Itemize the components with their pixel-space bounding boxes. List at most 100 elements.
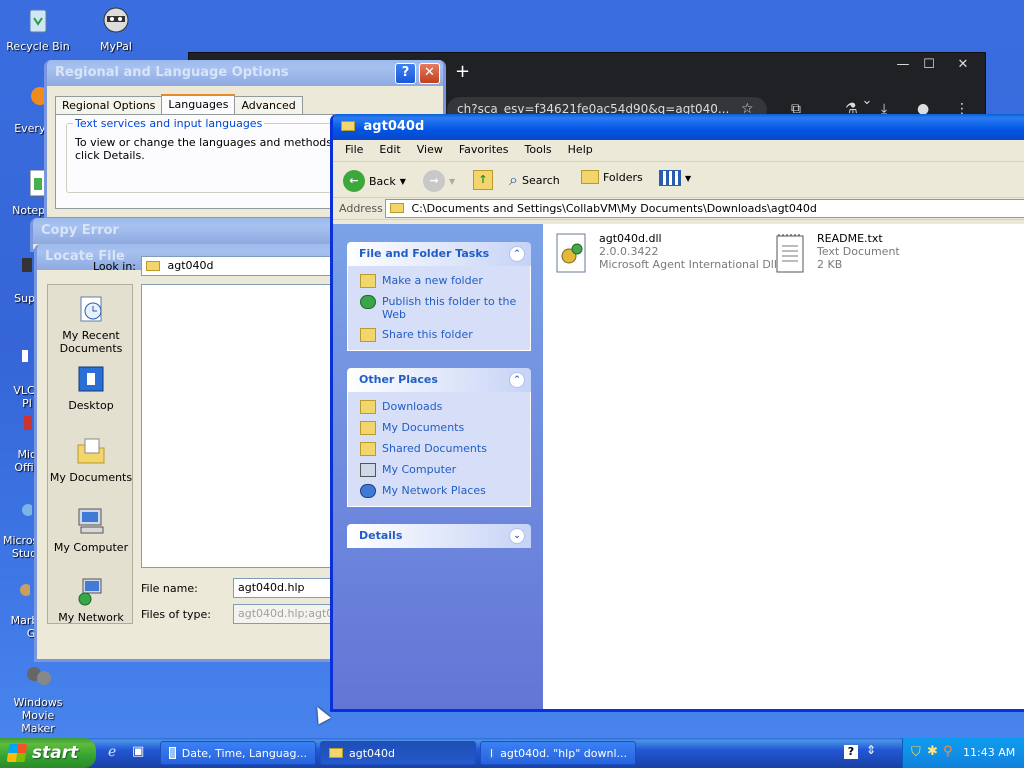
regional-tabs: Regional Options Languages Advanced — [55, 94, 303, 115]
place-link-downloads[interactable]: Downloads — [360, 400, 520, 414]
security-shield-icon[interactable]: ⛉ — [911, 745, 921, 760]
place-my-network[interactable]: My Network — [48, 575, 134, 624]
desktop-icon — [75, 363, 107, 395]
app-icon — [0, 256, 32, 288]
place-recent-documents[interactable]: My Recent Documents — [48, 293, 134, 355]
forward-button[interactable]: → ▼ — [423, 170, 455, 192]
up-folder-icon: ↑ — [473, 170, 493, 190]
address-input[interactable]: C:\Documents and Settings\CollabVM\My Do… — [385, 199, 1024, 218]
task-make-new-folder[interactable]: Make a new folder — [360, 274, 520, 288]
minimize-icon[interactable]: — — [889, 57, 917, 75]
help-icon[interactable]: ? — [395, 63, 416, 84]
maximize-icon[interactable]: ☐ — [915, 57, 943, 75]
forward-dropdown-icon[interactable]: ▼ — [449, 177, 455, 186]
ie-quicklaunch-icon[interactable]: ℯ — [108, 744, 116, 760]
new-tab-button[interactable]: + — [455, 61, 470, 82]
task-publish-to-web[interactable]: Publish this folder to the Web — [360, 295, 520, 321]
regional-titlebar[interactable]: Regional and Language Options ? ✕ — [47, 60, 443, 86]
my-network-icon — [75, 575, 107, 607]
place-my-computer[interactable]: My Computer — [48, 505, 134, 554]
start-button[interactable]: start — [0, 738, 96, 768]
files-of-type-select[interactable]: agt040d.hlp;agt04 — [233, 604, 341, 624]
mouse-cursor — [311, 703, 331, 725]
menu-view[interactable]: View — [409, 143, 451, 158]
new-folder-icon — [360, 274, 376, 288]
folder-icon — [360, 400, 376, 414]
locate-file-dialog[interactable]: Locate File Look in: agt040d My Recent D… — [34, 244, 344, 662]
collapse-icon[interactable]: ⌃ — [509, 372, 525, 388]
place-link-my-documents[interactable]: My Documents — [360, 421, 520, 435]
expand-icon[interactable]: ⌄ — [509, 528, 525, 544]
browser-icon — [489, 747, 495, 759]
explorer-titlebar[interactable]: agt040d — [333, 114, 1024, 140]
desktop-icon-movie-maker[interactable]: Windows Movie Maker — [0, 660, 76, 735]
folder-icon — [341, 121, 355, 131]
copy-error-titlebar[interactable]: Copy Error — [33, 218, 337, 244]
folders-icon — [581, 170, 599, 184]
file-name-input[interactable]: agt040d.hlp — [233, 578, 341, 598]
mypal-icon — [100, 4, 132, 36]
place-link-shared-documents[interactable]: Shared Documents — [360, 442, 520, 456]
tab-regional-options[interactable]: Regional Options — [55, 96, 163, 115]
place-desktop[interactable]: Desktop — [48, 363, 134, 412]
search-button[interactable]: ⌕ Search — [509, 170, 560, 190]
desktop-icon-mypal[interactable]: MyPal — [78, 4, 154, 53]
tray-chevron-icon[interactable]: ⇕ — [866, 743, 876, 757]
other-places-panel: Other Places ⌃ Downloads My Documents Sh… — [347, 368, 531, 507]
folder-icon — [390, 203, 404, 213]
place-my-documents[interactable]: My Documents — [48, 435, 134, 484]
vlc-icon — [0, 348, 28, 380]
office-icon — [0, 412, 32, 444]
other-places-header[interactable]: Other Places ⌃ — [347, 368, 531, 392]
help-tray-icon[interactable]: ? — [844, 745, 858, 759]
file-item-dll[interactable]: agt040d.dll 2.0.0.3422 Microsoft Agent I… — [553, 232, 777, 276]
close-icon[interactable]: ✕ — [949, 57, 977, 75]
place-link-my-network-places[interactable]: My Network Places — [360, 484, 520, 498]
tasks-pane: File and Folder Tasks ⌃ Make a new folde… — [333, 224, 543, 709]
details-header[interactable]: Details ⌄ — [347, 524, 531, 548]
show-desktop-icon[interactable]: ▣ — [132, 744, 144, 759]
task-browser[interactable]: agt040d. "hlp" downl... — [480, 741, 636, 765]
control-panel-icon — [169, 747, 176, 759]
folders-button[interactable]: Folders — [581, 170, 643, 184]
movie-maker-icon — [22, 660, 54, 692]
network-tray-icon[interactable]: ✱ — [927, 744, 938, 759]
file-view[interactable]: agt040d.dll 2.0.0.3422 Microsoft Agent I… — [543, 224, 1024, 709]
task-date-time-language[interactable]: Date, Time, Languag... — [160, 741, 316, 765]
menu-tools[interactable]: Tools — [517, 143, 560, 158]
file-list[interactable] — [141, 284, 341, 568]
look-in-combo[interactable]: agt040d — [141, 256, 341, 276]
close-icon[interactable]: ✕ — [419, 63, 440, 84]
system-tray: ⛉ ✱ ⚲ 11:43 AM — [902, 738, 1024, 768]
my-computer-icon — [360, 463, 376, 477]
menu-file[interactable]: File — [337, 143, 371, 158]
desktop-icon-recycle-bin[interactable]: Recycle Bin — [0, 4, 76, 53]
tab-advanced[interactable]: Advanced — [234, 96, 303, 115]
windows-logo-icon — [6, 744, 28, 762]
back-dropdown-icon[interactable]: ▼ — [400, 177, 406, 186]
back-button[interactable]: ← Back ▼ — [343, 170, 406, 192]
menu-edit[interactable]: Edit — [371, 143, 408, 158]
task-agt040d[interactable]: agt040d — [320, 741, 476, 765]
search-tray-icon[interactable]: ⚲ — [943, 744, 953, 759]
file-folder-tasks-header[interactable]: File and Folder Tasks ⌃ — [347, 242, 531, 266]
file-folder-tasks-panel: File and Folder Tasks ⌃ Make a new folde… — [347, 242, 531, 351]
clock[interactable]: 11:43 AM — [963, 746, 1015, 759]
collapse-icon[interactable]: ⌃ — [509, 246, 525, 262]
tab-languages[interactable]: Languages — [161, 94, 236, 115]
place-link-my-computer[interactable]: My Computer — [360, 463, 520, 477]
forward-arrow-icon: → — [423, 170, 445, 192]
views-button[interactable]: ▼ — [659, 170, 691, 186]
up-button[interactable]: ↑ — [473, 170, 493, 190]
menu-favorites[interactable]: Favorites — [451, 143, 517, 158]
network-icon — [360, 484, 376, 498]
views-dropdown-icon: ▼ — [685, 173, 692, 183]
toolbar: ← Back ▼ → ▼ ↑ ⌕ Search Folders ▼ — [333, 162, 1024, 198]
file-item-readme[interactable]: README.txt Text Document 2 KB — [773, 232, 900, 276]
share-folder-icon — [360, 328, 376, 342]
menu-help[interactable]: Help — [560, 143, 601, 158]
details-panel: Details ⌄ — [347, 524, 531, 548]
task-share-folder[interactable]: Share this folder — [360, 328, 520, 342]
explorer-window[interactable]: agt040d File Edit View Favorites Tools H… — [330, 114, 1024, 712]
places-bar: My Recent Documents Desktop My Documents… — [47, 284, 133, 624]
